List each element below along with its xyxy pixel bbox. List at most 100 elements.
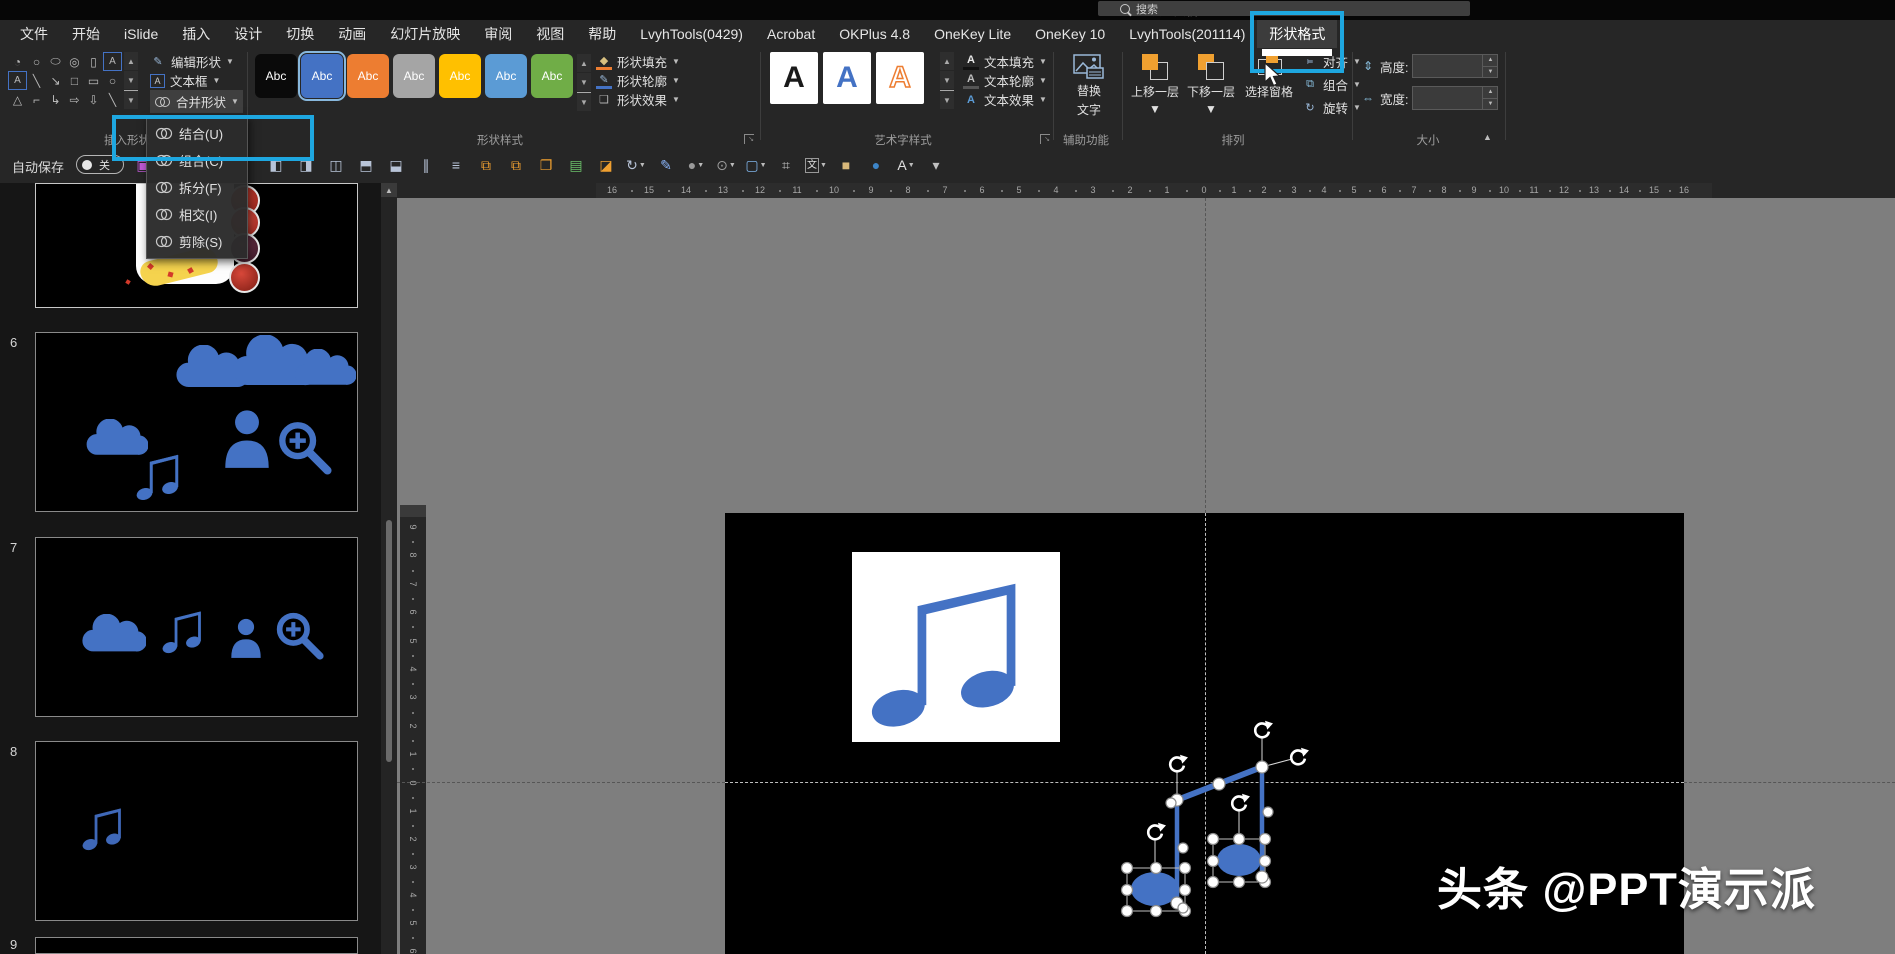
format-shape-icon[interactable]: ✎	[655, 155, 677, 175]
gallery-down-icon[interactable]: ▼	[940, 71, 954, 89]
spinner-up-icon[interactable]: ▲	[1483, 87, 1497, 98]
send-backward-button[interactable]: 下移一层 ▼	[1184, 53, 1238, 116]
shape-gallery-scroll[interactable]: ▲ ▼ ▼	[124, 52, 138, 109]
slide-thumbnail-8[interactable]	[35, 741, 358, 921]
bring-forward-icon[interactable]: ⧉	[475, 155, 497, 175]
scroll-up-icon[interactable]: ▲	[381, 183, 397, 197]
merge-menu-item-3[interactable]: 相交(I)	[147, 201, 247, 228]
elbow-arrow-icon[interactable]: ↳	[46, 90, 65, 109]
scrollbar-thumb[interactable]	[386, 520, 392, 762]
wordart-gallery-scroll[interactable]: ▲ ▼ ▼	[940, 52, 954, 109]
gallery-more-icon[interactable]: ▼	[940, 90, 954, 109]
oval-shape-icon[interactable]: ●▼	[685, 155, 707, 175]
gallery-down-icon[interactable]: ▼	[577, 73, 591, 91]
rounded-rectangle-icon[interactable]: ▭	[84, 71, 103, 90]
tab-4[interactable]: 设计	[222, 20, 274, 48]
ellipse-blue-icon[interactable]: ●	[865, 155, 887, 175]
spinner-down-icon[interactable]: ▼	[1483, 66, 1497, 78]
selection-pane-icon[interactable]: ◪	[595, 155, 617, 175]
align-right-icon[interactable]: ◨	[295, 155, 317, 175]
distribute-vertical-icon[interactable]: ≡	[445, 155, 467, 175]
bring-forward-button[interactable]: 上移一层 ▼	[1128, 53, 1182, 116]
tab-1[interactable]: 开始	[60, 20, 112, 48]
rotate-icon[interactable]: ↻▼	[625, 155, 647, 175]
text-frame-icon[interactable]: A	[103, 52, 122, 71]
character-effects-icon[interactable]: A▼	[895, 155, 917, 175]
tab-3[interactable]: 插入	[170, 20, 222, 48]
gallery-more-icon[interactable]: ▼	[124, 90, 138, 109]
line-shape-icon[interactable]: ╲	[103, 90, 122, 109]
text-box-icon[interactable]: 文▼	[805, 155, 827, 175]
text-fill-button[interactable]: A 文本填充▼	[963, 52, 1047, 71]
shape-outline-button[interactable]: ✎ 形状轮廓▼	[596, 71, 680, 90]
wordart-chip-1[interactable]: A	[823, 52, 871, 104]
down-arrow-shape-icon[interactable]: ⇩	[84, 90, 103, 109]
wordart-dialog-launcher[interactable]: ↘	[1040, 134, 1050, 144]
gallery-up-icon[interactable]: ▲	[940, 52, 954, 70]
alt-text-button[interactable]: 替换 文字	[1063, 54, 1115, 118]
align-top-icon[interactable]: ⬒	[355, 155, 377, 175]
ring-shape-icon[interactable]: ◎	[65, 52, 84, 71]
shape-style-chip-0[interactable]: Abc	[255, 54, 297, 98]
merge-shapes-button[interactable]: 合并形状▼	[150, 90, 243, 113]
tab-12[interactable]: Acrobat	[755, 20, 827, 48]
tab-6[interactable]: 动画	[326, 20, 378, 48]
tab-7[interactable]: 幻灯片放映	[378, 20, 472, 48]
tab-11[interactable]: LvyhTools(0429)	[628, 20, 755, 48]
fill-tan-icon[interactable]: ■	[835, 155, 857, 175]
merge-menu-item-0[interactable]: 结合(U)	[147, 120, 247, 147]
tab-0[interactable]: 文件	[8, 20, 60, 48]
collapse-ribbon-icon[interactable]: ▲	[1483, 132, 1492, 142]
arrow-line-icon[interactable]: ↘	[46, 71, 65, 90]
merge-menu-item-1[interactable]: 组合(C)	[147, 147, 247, 174]
distribute-shapes-icon[interactable]: ▤	[565, 155, 587, 175]
blob-shape-icon[interactable]: ○	[27, 52, 46, 71]
tab-13[interactable]: OKPlus 4.8	[827, 20, 922, 48]
tab-5[interactable]: 切换	[274, 20, 326, 48]
gallery-more-icon[interactable]: ▼	[577, 92, 591, 111]
shape-style-chip-5[interactable]: Abc	[485, 54, 527, 98]
shape-gallery[interactable]: ◔○⬭◎▯AA╲↘□▭○△⌐↳⇨⇩╲ ▲ ▼ ▼	[8, 52, 138, 109]
style-gallery-scroll[interactable]: ▲ ▼ ▼	[577, 54, 591, 111]
shape-style-chip-2[interactable]: Abc	[347, 54, 389, 98]
selected-note-shapes[interactable]	[1100, 700, 1330, 954]
align-left-icon[interactable]: ◧	[265, 155, 287, 175]
gallery-up-icon[interactable]: ▲	[124, 52, 138, 70]
slide-thumbnail-9-partial[interactable]	[35, 937, 358, 954]
merge-menu-item-2[interactable]: 拆分(F)	[147, 174, 247, 201]
bring-to-front-icon[interactable]: ❐	[535, 155, 557, 175]
pie-shape-icon[interactable]: ◔	[8, 52, 27, 71]
distribute-horizontal-icon[interactable]: ∥	[415, 155, 437, 175]
slide-thumbnail-6[interactable]	[35, 332, 358, 512]
crop-icon[interactable]: ⌗	[775, 155, 797, 175]
shape-styles-dialog-launcher[interactable]: ↘	[744, 134, 754, 144]
tab-16[interactable]: LvyhTools(201114)	[1117, 20, 1257, 48]
panel-scrollbar[interactable]: ▲	[381, 183, 397, 954]
tab-10[interactable]: 帮助	[576, 20, 628, 48]
height-spinner[interactable]: ▲▼	[1482, 55, 1497, 77]
tab-9[interactable]: 视图	[524, 20, 576, 48]
align-center-icon[interactable]: ◫	[325, 155, 347, 175]
height-input[interactable]	[1415, 56, 1483, 78]
cylinder-shape-icon[interactable]: ▯	[84, 52, 103, 71]
wordart-chip-0[interactable]: A	[770, 52, 818, 104]
align-bottom-icon[interactable]: ⬓	[385, 155, 407, 175]
tab-14[interactable]: OneKey Lite	[922, 20, 1023, 48]
autosave-toggle[interactable]: 关	[76, 155, 124, 174]
edit-shape-button[interactable]: ✎ 编辑形状▼	[150, 52, 234, 71]
wordart-chip-2[interactable]: A	[876, 52, 924, 104]
triangle-shape-icon[interactable]: △	[8, 90, 27, 109]
shape-effects-button[interactable]: ❑ 形状效果▼	[596, 90, 680, 109]
shape-fill-button[interactable]: ◆ 形状填充▼	[596, 52, 680, 71]
elbow-shape-icon[interactable]: ⌐	[27, 90, 46, 109]
shape-style-chip-3[interactable]: Abc	[393, 54, 435, 98]
slide-thumbnail-7[interactable]	[35, 537, 358, 717]
customize-qat-icon[interactable]: ▾	[925, 155, 947, 175]
right-arrow-shape-icon[interactable]: ⇨	[65, 90, 84, 109]
search-input[interactable]: 搜索	[1098, 1, 1470, 16]
change-shape-icon[interactable]: ▢▼	[745, 155, 767, 175]
tab-8[interactable]: 审阅	[472, 20, 524, 48]
spinner-up-icon[interactable]: ▲	[1483, 55, 1497, 66]
text-box-button[interactable]: A 文本框▼	[150, 71, 220, 90]
rectangle-shape-icon[interactable]: □	[65, 71, 84, 90]
